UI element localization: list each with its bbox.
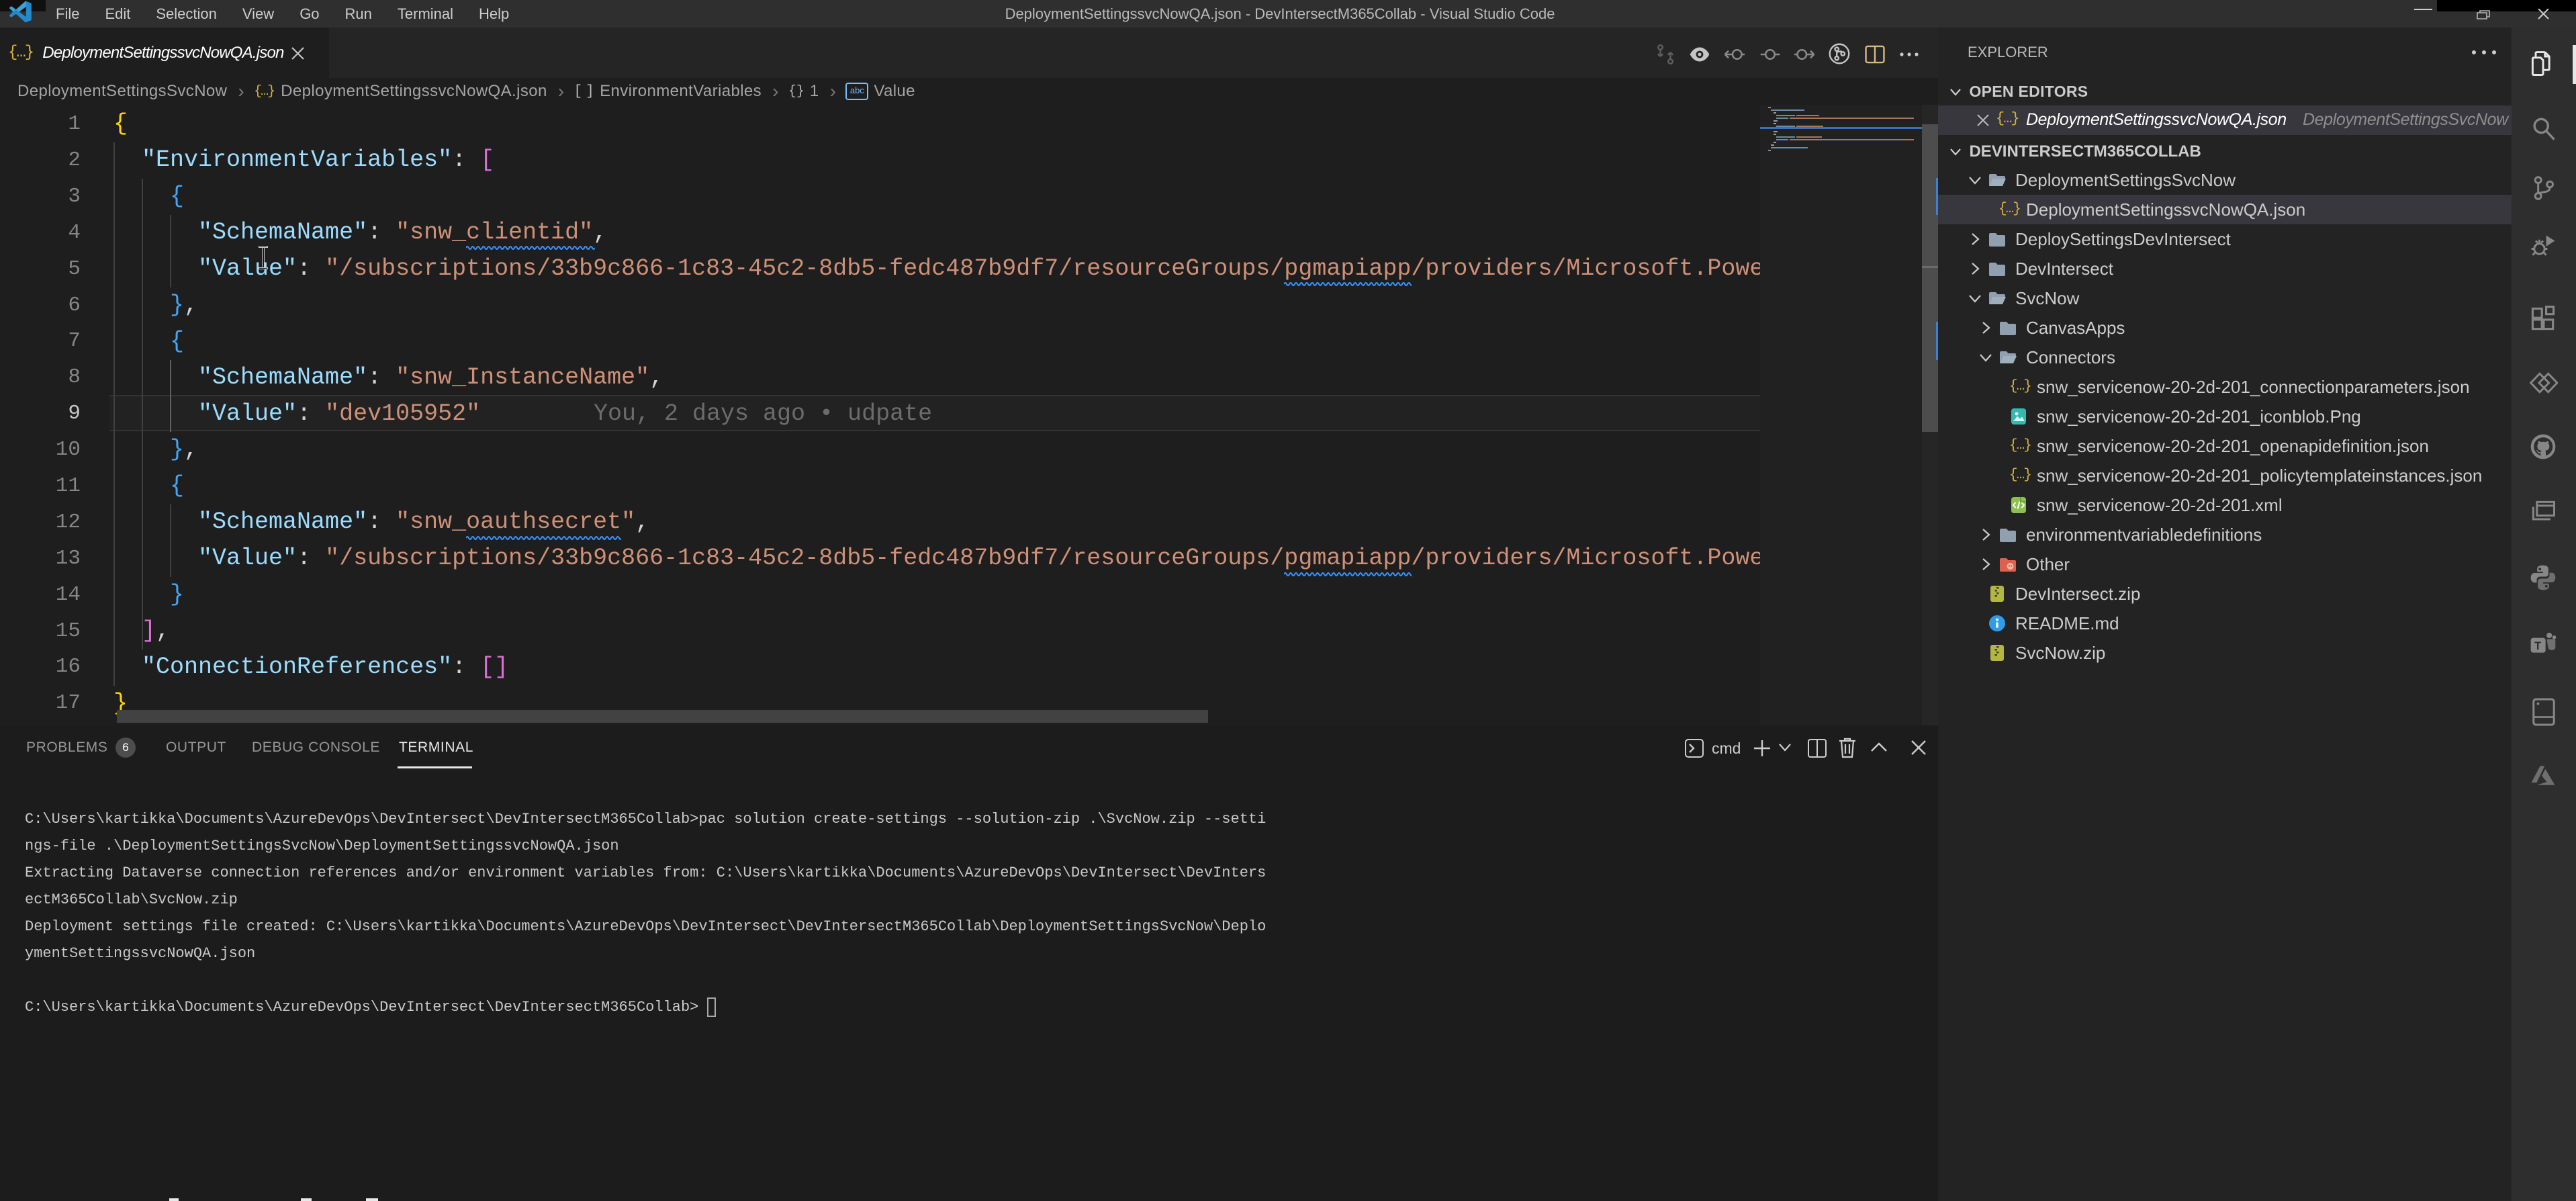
svg-text:T: T <box>2534 640 2541 652</box>
